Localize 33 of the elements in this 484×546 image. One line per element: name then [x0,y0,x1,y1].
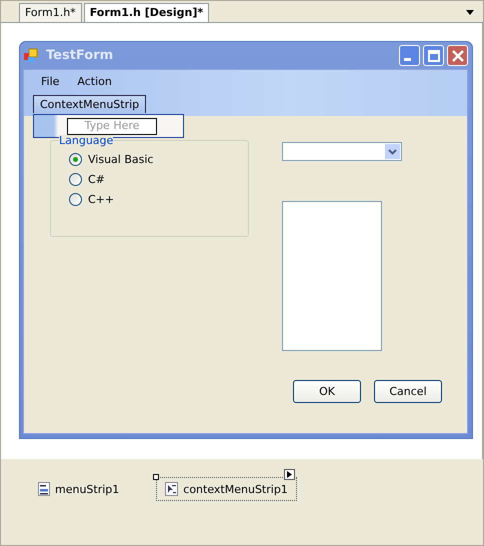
document-tab[interactable]: Form1.h [Design]* [84,3,210,22]
component-item[interactable]: menuStrip1 [29,477,128,501]
close-icon [452,50,464,62]
minimize-button[interactable] [399,45,420,66]
component-label: contextMenuStrip1 [183,482,288,496]
dialog-button[interactable]: OK [293,380,361,403]
radio-button[interactable] [69,193,82,206]
menu-item[interactable]: Action [77,75,112,88]
document-tab[interactable]: Form1.h* [19,3,82,22]
maximize-icon [428,50,440,62]
radio-label: C# [88,173,105,186]
dropdown-icon[interactable] [465,8,475,16]
selection-handle[interactable] [153,474,160,480]
play-icon [286,471,292,478]
radio-label: C++ [88,193,114,206]
minimize-icon [404,58,411,61]
smart-tag-button[interactable] [284,469,295,480]
context-menu-icon [165,482,178,496]
app-icon [23,48,39,64]
dialog-button[interactable]: Cancel [374,380,442,403]
close-button[interactable] [447,45,468,66]
radio-button[interactable] [69,153,82,166]
list-box[interactable] [282,201,382,351]
combo-box[interactable] [282,142,402,161]
component-label: menuStrip1 [55,482,120,496]
window-title: TestForm [46,48,114,63]
radio-button[interactable] [69,173,82,186]
context-menu-tab[interactable]: ContextMenuStrip [33,95,146,113]
group-label: Language [59,135,114,146]
radio-label: Visual Basic [88,153,154,166]
menu-item[interactable]: File [41,75,60,88]
maximize-button[interactable] [423,45,444,66]
menu-strip-icon [38,482,50,496]
